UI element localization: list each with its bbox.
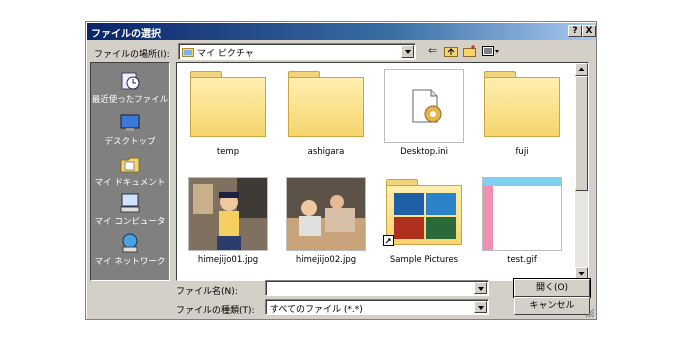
sample-images-icon [394,193,456,239]
cancel-button[interactable]: キャンセル [514,297,590,315]
place-my-computer[interactable]: マイ コンピュータ [91,193,169,227]
place-my-documents[interactable]: マイ ドキュメント [91,154,169,188]
file-name: himejijo02.jpg [295,255,357,265]
file-list-view[interactable]: temp ashigara Desktop.ini fuji himejijo0… [176,62,589,281]
chevron-down-icon[interactable] [401,45,414,58]
photo-thumbnail-icon [287,178,365,250]
file-thumbnail [482,177,562,251]
settings-file-icon [412,89,442,123]
pictures-folder-icon [182,48,194,57]
new-folder-icon[interactable] [463,45,477,59]
folder-icon [190,71,266,137]
location-value: マイ ピクチャ [197,49,254,59]
file-open-dialog: ファイルの選択 ? X ファイルの場所(I): マイ ピクチャ ⇐ 最近使ったフ… [85,21,597,320]
filename-label: ファイル名(N): [176,287,238,297]
filetype-dropdown[interactable]: すべてのファイル (*.*) [265,299,489,315]
my-network-icon [122,233,138,253]
file-thumbnail [286,177,366,251]
places-bar: 最近使ったファイル デスクトップ マイ ドキュメント マイ コンピュータ マイ … [90,62,170,281]
folder-icon [288,71,364,137]
shortcut-folder-icon [383,179,462,246]
recent-files-icon [121,72,140,90]
place-label: マイ コンピュータ [94,217,166,227]
help-button[interactable]: ? [568,25,582,37]
back-arrow-icon[interactable]: ⇐ [428,44,437,58]
place-my-network[interactable]: マイ ネットワーク [91,233,169,267]
place-desktop[interactable]: デスクトップ [91,113,169,147]
filetype-value: すべてのファイル (*.*) [270,305,363,315]
vertical-scrollbar[interactable] [575,63,588,280]
file-name: ashigara [307,147,345,157]
file-name: temp [216,147,240,157]
place-recent[interactable]: 最近使ったファイル [91,71,169,105]
file-name: Sample Pictures [389,255,459,265]
arrow-up-icon [578,67,585,71]
chevron-down-icon[interactable] [474,301,487,313]
place-label: 最近使ったファイル [91,95,169,105]
gif-thumbnail-icon [483,178,561,250]
scroll-up-button[interactable] [575,63,588,76]
file-name: fuji [515,147,529,157]
location-label: ファイルの場所(I): [94,50,170,60]
view-menu-icon[interactable] [482,45,500,59]
arrow-down-icon [578,272,585,276]
place-label: マイ ネットワーク [94,257,166,267]
title-bar[interactable]: ファイルの選択 ? X [87,23,596,40]
file-name: himejijo01.jpg [197,255,259,265]
filetype-label: ファイルの種類(T): [176,306,255,316]
scroll-thumb[interactable] [575,76,588,191]
desktop-icon [120,114,140,131]
file-name: Desktop.ini [400,147,448,157]
my-documents-icon [120,157,140,173]
my-computer-icon [120,193,140,213]
photo-thumbnail-icon [189,178,267,250]
place-label: デスクトップ [104,137,156,147]
location-dropdown[interactable]: マイ ピクチャ [178,43,416,60]
shortcut-arrow-icon [383,235,394,246]
file-thumbnail [384,69,464,143]
resize-grip-icon[interactable] [584,307,595,318]
place-label: マイ ドキュメント [94,178,166,188]
file-thumbnail [188,177,268,251]
chevron-down-icon[interactable] [474,282,487,294]
up-folder-icon[interactable] [444,45,458,59]
dialog-title: ファイルの選択 [91,29,161,40]
close-button[interactable]: X [582,25,596,37]
folder-icon [484,71,560,137]
file-name: test.gif [507,255,537,265]
open-button[interactable]: 開く(O) [513,278,591,298]
filename-input[interactable] [265,280,489,296]
